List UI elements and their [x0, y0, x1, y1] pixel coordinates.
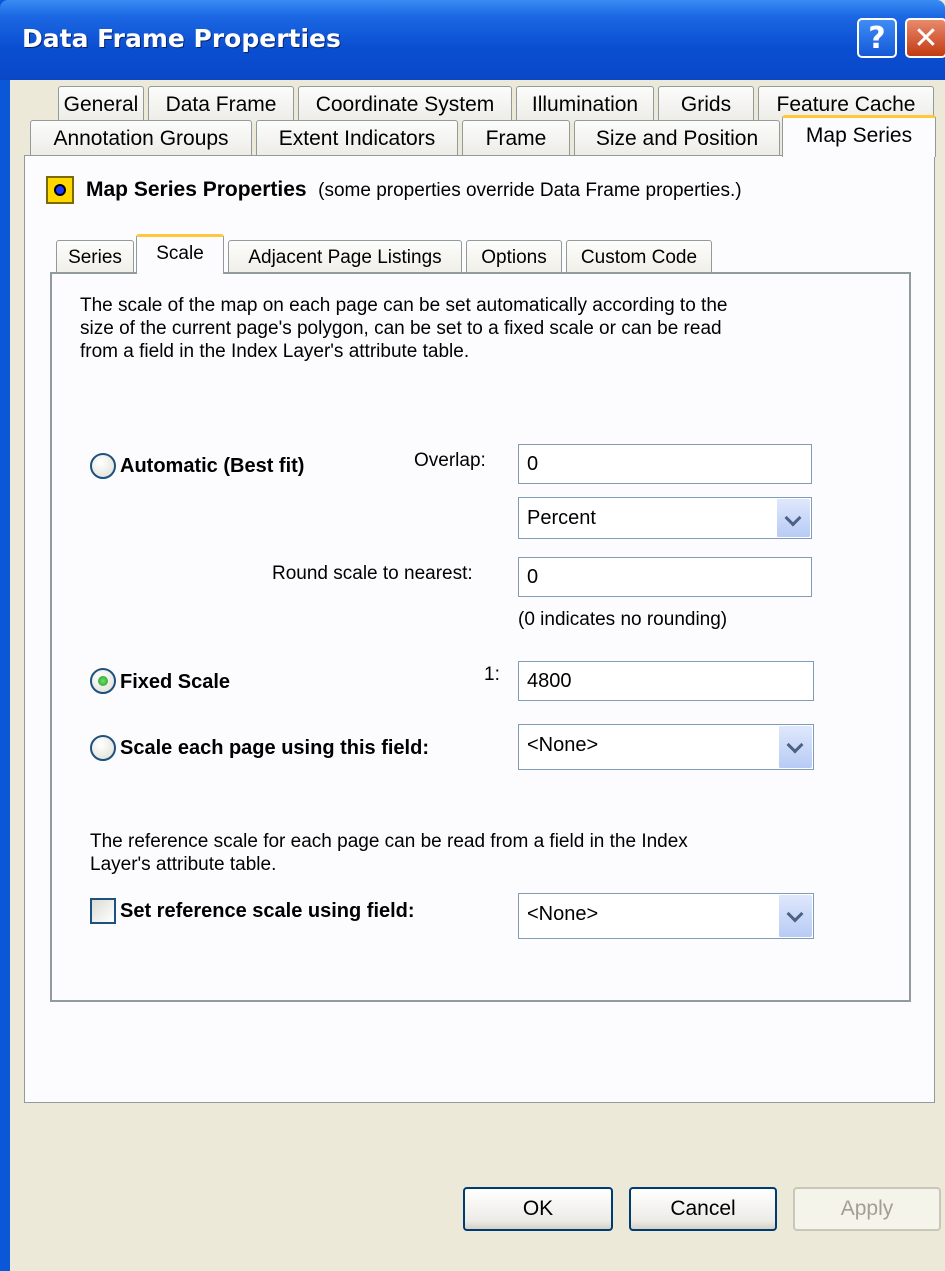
close-icon: ✕: [913, 21, 939, 56]
map-series-note: (some properties override Data Frame pro…: [318, 180, 742, 201]
tab-frame[interactable]: Frame: [462, 120, 570, 158]
chevron-down-icon[interactable]: [778, 726, 812, 768]
tab-map-series[interactable]: Map Series: [782, 115, 936, 157]
description-line: The scale of the map on each page can be…: [80, 295, 728, 316]
close-button[interactable]: ✕: [905, 18, 945, 58]
subtab-scale[interactable]: Scale: [136, 234, 224, 274]
round-label: Round scale to nearest:: [272, 563, 473, 584]
tab-size-and-position[interactable]: Size and Position: [574, 120, 780, 158]
automatic-label: Automatic (Best fit): [120, 455, 305, 477]
scale-description: The scale of the map on each page can be…: [80, 294, 880, 363]
reference-scale-label: Set reference scale using field:: [120, 900, 415, 922]
map-series-icon: [46, 176, 74, 204]
subtab-custom-code[interactable]: Custom Code: [566, 240, 712, 274]
reference-field-value: <None>: [527, 903, 599, 925]
panel-footer-area: [24, 1102, 935, 1156]
description-line: from a field in the Index Layer's attrib…: [80, 341, 470, 362]
apply-button[interactable]: Apply: [793, 1187, 941, 1231]
scale-field-select[interactable]: <None>: [518, 724, 814, 770]
window-title: Data Frame Properties: [22, 24, 341, 53]
reference-scale-checkbox[interactable]: [90, 898, 116, 924]
question-mark-icon: ?: [868, 21, 886, 56]
reference-field-select[interactable]: <None>: [518, 893, 814, 939]
description-line: size of the current page's polygon, can …: [80, 318, 722, 339]
window-border-left: [0, 0, 10, 1271]
chevron-down-icon[interactable]: [776, 499, 810, 537]
overlap-label: Overlap:: [414, 450, 486, 471]
overlap-unit-select[interactable]: Percent: [518, 497, 812, 539]
reference-line: Layer's attribute table.: [90, 854, 277, 875]
field-scale-label: Scale each page using this field:: [120, 737, 429, 759]
subtab-series[interactable]: Series: [56, 240, 134, 274]
round-scale-input[interactable]: 0: [518, 557, 812, 597]
fixed-scale-input[interactable]: 4800: [518, 661, 814, 701]
field-scale-radio[interactable]: [90, 735, 116, 761]
tab-general[interactable]: General: [58, 86, 144, 124]
fixed-scale-label: Fixed Scale: [120, 671, 231, 693]
automatic-radio[interactable]: [90, 453, 116, 479]
chevron-down-icon[interactable]: [778, 895, 812, 937]
tab-data-frame[interactable]: Data Frame: [148, 86, 294, 124]
subtab-options[interactable]: Options: [466, 240, 562, 274]
help-button[interactable]: ?: [857, 18, 897, 58]
map-series-header: Map Series Properties (some properties o…: [86, 178, 742, 202]
tab-coordinate-system[interactable]: Coordinate System: [298, 86, 512, 124]
map-series-title: Map Series Properties: [86, 178, 307, 201]
fixed-scale-radio[interactable]: [90, 668, 116, 694]
overlap-unit-value: Percent: [527, 507, 596, 529]
scale-field-value: <None>: [527, 734, 599, 756]
reference-line: The reference scale for each page can be…: [90, 831, 688, 852]
overlap-input[interactable]: 0: [518, 444, 812, 484]
round-hint: (0 indicates no rounding): [518, 609, 728, 630]
cancel-button[interactable]: Cancel: [629, 1187, 777, 1231]
fixed-scale-prefix: 1:: [484, 664, 500, 685]
tab-illumination[interactable]: Illumination: [516, 86, 654, 124]
tab-annotation-groups[interactable]: Annotation Groups: [30, 120, 252, 158]
ok-button[interactable]: OK: [463, 1187, 613, 1231]
tab-grids[interactable]: Grids: [658, 86, 754, 124]
reference-description: The reference scale for each page can be…: [90, 830, 890, 876]
tab-extent-indicators[interactable]: Extent Indicators: [256, 120, 458, 158]
subtab-adjacent-page-listings[interactable]: Adjacent Page Listings: [228, 240, 462, 274]
